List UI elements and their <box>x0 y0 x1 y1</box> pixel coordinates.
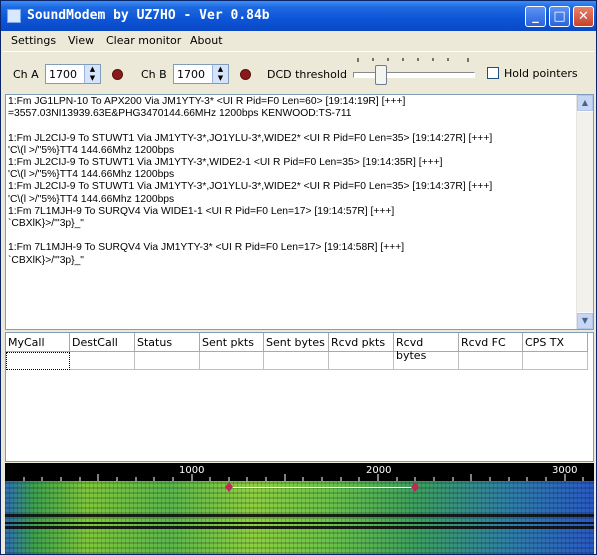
monitor-line: 'C\(l >/"5%}TT4 144.66Mhz 1200bps <box>8 169 175 181</box>
column-header[interactable]: MyCall <box>6 333 70 352</box>
column-header[interactable]: Rcvd pkts <box>329 333 394 352</box>
app-icon <box>7 9 21 23</box>
column-header[interactable]: CPS TX <box>523 333 588 352</box>
monitor-line: `CBXlK}>/"'3p}_" <box>8 254 84 266</box>
cha-dcd-led <box>112 69 123 80</box>
spin-down-icon[interactable]: ▼ <box>213 74 228 83</box>
monitor-line: 1:Fm JL2CIJ-9 To STUWT1 Via JM1YTY-3*,JO… <box>8 181 493 193</box>
menu-bar: Settings View Clear monitor About <box>3 32 594 50</box>
scale-label-3000: 3000 <box>552 465 578 476</box>
spin-up-icon[interactable]: ▲ <box>85 65 100 74</box>
signal-band <box>5 514 594 517</box>
grid-cell[interactable] <box>6 352 70 370</box>
grid-cell[interactable] <box>200 352 264 370</box>
signal-band <box>5 526 594 529</box>
soundmodem-window: SoundModem by UZ7HO - Ver 0.84b _ □ ✕ Se… <box>0 0 597 555</box>
signal-band <box>5 522 594 524</box>
maximize-button[interactable]: □ <box>549 6 570 27</box>
monitor-line: 'C\(l >/"5%}TT4 144.66Mhz 1200bps <box>8 144 175 156</box>
monitor-line <box>8 230 492 242</box>
monitor-line: 1:Fm 7L1MJH-9 To SURQV4 Via WIDE1-1 <UI … <box>8 205 395 217</box>
column-header[interactable]: Sent bytes <box>264 333 329 352</box>
marker-span-line <box>229 487 415 488</box>
chb-frequency-value: 1700 <box>177 68 205 81</box>
cha-spin-arrows[interactable]: ▲ ▼ <box>84 65 100 83</box>
column-header[interactable]: DestCall <box>70 333 135 352</box>
grid-cell[interactable] <box>329 352 394 370</box>
monitor-vertical-scrollbar[interactable]: ▲ ▼ <box>576 95 593 329</box>
menu-view[interactable]: View <box>68 34 94 47</box>
cha-frequency-spinner[interactable]: 1700 ▲ ▼ <box>45 64 101 84</box>
scroll-down-icon[interactable]: ▼ <box>577 313 593 329</box>
frequency-scale: 1000 2000 3000 <box>5 463 594 481</box>
monitor-line: 1:Fm 7L1MJH-9 To SURQV4 Via JM1YTY-3* <U… <box>8 242 405 254</box>
waterfall-display[interactable]: 1000 2000 3000 <box>5 463 594 554</box>
cha-label: Ch A <box>13 68 39 81</box>
menu-settings[interactable]: Settings <box>11 34 56 47</box>
spin-up-icon[interactable]: ▲ <box>213 65 228 74</box>
monitor-line <box>8 120 492 132</box>
column-header[interactable]: Status <box>135 333 200 352</box>
menu-about[interactable]: About <box>190 34 223 47</box>
waterfall-spectrum <box>5 481 594 554</box>
grid-cell[interactable] <box>523 352 588 370</box>
window-title: SoundModem by UZ7HO - Ver 0.84b <box>27 8 270 23</box>
dcd-threshold-slider[interactable] <box>353 58 475 88</box>
grid-cell[interactable] <box>459 352 523 370</box>
spectrum-noise <box>5 481 594 554</box>
monitor-line: =3557.03NI13939.63E&PHG3470144.66MHz 120… <box>8 108 352 120</box>
cha-frequency-value: 1700 <box>49 68 77 81</box>
monitor-text-area[interactable]: 1:Fm JG1LPN-10 To APX200 Via JM1YTY-3* <… <box>5 94 594 330</box>
monitor-line: 1:Fm JL2CIJ-9 To STUWT1 Via JM1YTY-3*,WI… <box>8 157 443 169</box>
slider-track <box>353 72 475 78</box>
scroll-up-icon[interactable]: ▲ <box>577 95 593 111</box>
slider-ticks <box>357 58 469 62</box>
scale-label-2000: 2000 <box>366 465 392 476</box>
minimize-button[interactable]: _ <box>525 6 546 27</box>
chb-frequency-spinner[interactable]: 1700 ▲ ▼ <box>173 64 229 84</box>
chb-label: Ch B <box>141 68 167 81</box>
connections-grid[interactable]: MyCall DestCall Status Sent pkts Sent bytes R… <box>5 332 594 462</box>
grid-cell[interactable] <box>135 352 200 370</box>
slider-thumb[interactable] <box>375 65 387 85</box>
dcd-threshold-label: DCD threshold <box>267 68 347 81</box>
scale-ticks <box>23 474 584 481</box>
monitor-line: 'C\(l >/"5%}TT4 144.66Mhz 1200bps <box>8 193 175 205</box>
menu-clear-monitor[interactable]: Clear monitor <box>106 34 181 47</box>
grid-cell[interactable] <box>394 352 459 370</box>
scale-label-1000: 1000 <box>179 465 205 476</box>
spin-down-icon[interactable]: ▼ <box>85 74 100 83</box>
chb-spin-arrows[interactable]: ▲ ▼ <box>212 65 228 83</box>
grid-cell[interactable] <box>264 352 329 370</box>
hold-pointers-label: Hold pointers <box>504 67 578 80</box>
hold-pointers-checkbox[interactable] <box>487 67 499 79</box>
monitor-lines: 1:Fm JG1LPN-10 To APX200 Via JM1YTY-3* <… <box>8 96 492 267</box>
chb-dcd-led <box>240 69 251 80</box>
scrollbar-thumb[interactable] <box>577 112 593 312</box>
column-header[interactable]: Rcvd FC <box>459 333 523 352</box>
column-header[interactable]: Rcvd bytes <box>394 333 459 362</box>
close-button[interactable]: ✕ <box>573 6 594 27</box>
monitor-line: `CBXlK}>/"'3p}_" <box>8 218 84 230</box>
toolbar: Ch A 1700 ▲ ▼ Ch B 1700 ▲ ▼ DCD threshold … <box>3 51 594 96</box>
column-header[interactable]: Sent pkts <box>200 333 264 352</box>
title-bar[interactable]: SoundModem by UZ7HO - Ver 0.84b _ □ ✕ <box>1 1 596 31</box>
monitor-line: 1:Fm JL2CIJ-9 To STUWT1 Via JM1YTY-3*,JO… <box>8 132 493 144</box>
grid-cell[interactable] <box>70 352 135 370</box>
monitor-line: 1:Fm JG1LPN-10 To APX200 Via JM1YTY-3* <… <box>8 96 406 107</box>
